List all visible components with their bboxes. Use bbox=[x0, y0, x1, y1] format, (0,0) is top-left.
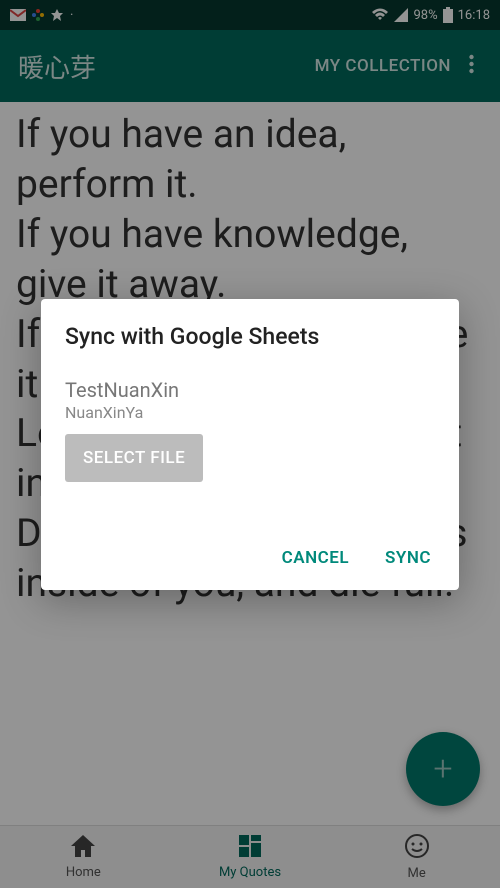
sync-button[interactable]: SYNC bbox=[381, 540, 435, 576]
selected-file-sheet: NuanXinYa bbox=[65, 403, 435, 422]
select-file-button[interactable]: SELECT FILE bbox=[65, 434, 203, 482]
selected-file-name: TestNuanXin bbox=[65, 378, 435, 403]
cancel-button[interactable]: CANCEL bbox=[278, 540, 353, 576]
dialog-scrim[interactable]: Sync with Google Sheets TestNuanXin Nuan… bbox=[0, 0, 500, 888]
sync-dialog: Sync with Google Sheets TestNuanXin Nuan… bbox=[41, 299, 459, 590]
dialog-title: Sync with Google Sheets bbox=[65, 323, 435, 350]
